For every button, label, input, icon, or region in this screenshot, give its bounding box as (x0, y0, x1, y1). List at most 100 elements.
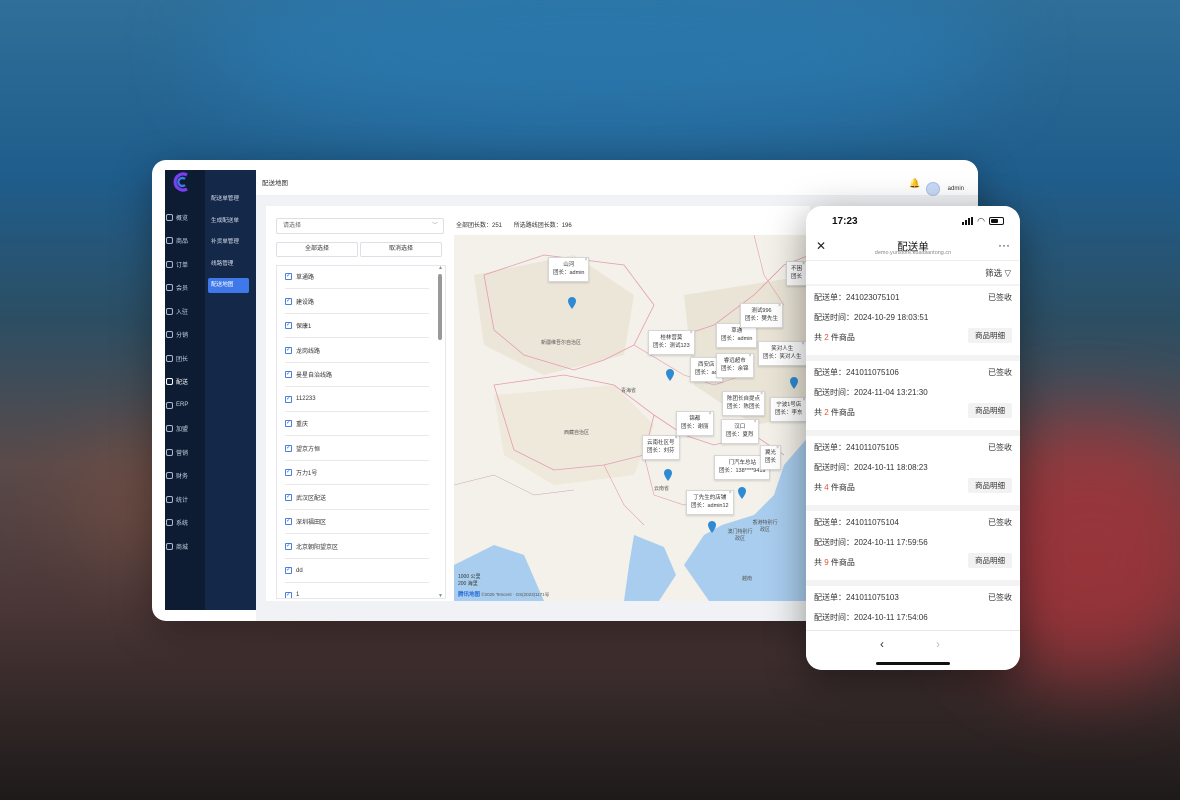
sidebar-item[interactable]: 订单 (165, 255, 205, 273)
checkbox[interactable]: ✓ (285, 273, 292, 280)
route-item[interactable]: ✓ 重庆 (285, 412, 429, 436)
submenu-item[interactable]: 生成配送单 (208, 214, 249, 229)
close-icon[interactable]: × (760, 391, 763, 399)
close-icon[interactable]: × (675, 435, 678, 443)
leader-popup[interactable]: × 丁先生的店铺 团长：admin12 (686, 490, 734, 515)
checkbox[interactable]: ✓ (285, 444, 292, 452)
close-icon[interactable]: × (778, 303, 781, 311)
checkbox[interactable]: ✓ (285, 469, 292, 476)
route-item[interactable]: ✓ dd (285, 559, 429, 583)
sidebar-item[interactable]: 团长 (165, 349, 205, 367)
scroll-down-icon[interactable]: ▼ (438, 593, 443, 598)
leader-popup[interactable]: × 陈团长自提点 团长：陈团长 (722, 391, 766, 416)
sidebar-item[interactable]: 商城 (165, 537, 205, 555)
sidebar-item[interactable]: 会员 (165, 279, 205, 297)
forward-icon[interactable]: › (936, 637, 940, 651)
route-item[interactable]: ✓ 龙岗线路 (285, 339, 429, 363)
sidebar-item[interactable]: 加盟 (165, 420, 205, 438)
checkbox[interactable]: ✓ (285, 542, 292, 550)
sidebar-item[interactable]: 概览 (165, 208, 205, 226)
close-icon[interactable]: × (729, 490, 732, 498)
order-card[interactable]: 配送单：241011075106 已签收 配送时间：2024-11-04 13:21… (806, 361, 1020, 430)
checkbox[interactable]: ✓ (285, 371, 292, 378)
item-detail-button[interactable]: 商品明细 (968, 478, 1012, 493)
map-pin-icon[interactable] (708, 521, 716, 533)
order-card[interactable]: 配送单：241011075104 已签收 配送时间：2024-10-11 17:59… (806, 511, 1020, 580)
leader-popup[interactable]: × 笑对人生 团长：笑对人生 (758, 341, 807, 366)
sidebar-item[interactable]: 财务 (165, 467, 205, 485)
leader-popup[interactable]: × 云南社区号 团长：刘芬 (642, 435, 680, 460)
route-item[interactable]: ✓ 万力1号 (285, 461, 429, 485)
sidebar-item[interactable]: 分销 (165, 326, 205, 344)
back-icon[interactable]: ‹ (880, 637, 884, 651)
close-icon[interactable]: × (802, 341, 805, 349)
leader-popup[interactable]: × 测试996 团长：樊先生 (740, 303, 784, 328)
leader-popup[interactable]: × 不困 团长 (786, 261, 808, 286)
sidebar-item[interactable]: 系统 (165, 514, 205, 532)
route-item[interactable]: ✓ 112233 (285, 388, 429, 412)
checkbox[interactable]: ✓ (285, 591, 292, 598)
scrollbar[interactable] (438, 274, 442, 340)
route-item[interactable]: ✓ 曼星自治线路 (285, 363, 429, 387)
leader-popup[interactable]: × 宁波1号店 团长：李东 (770, 397, 808, 422)
map-pin-icon[interactable] (568, 297, 576, 309)
submenu-item[interactable]: 配送地图 (208, 278, 249, 293)
map[interactable]: 新疆维吾尔自治区 西藏自治区 青海省 云南省 澳门特别行政区 香港特别行政区 越… (454, 235, 810, 601)
checkbox[interactable]: ✓ (285, 322, 292, 329)
close-icon[interactable]: × (749, 353, 752, 361)
checkbox[interactable]: ✓ (285, 518, 292, 525)
leader-popup[interactable]: × 山河 团长：admin (548, 257, 590, 282)
username[interactable]: admin (948, 186, 964, 192)
item-detail-button[interactable]: 商品明细 (968, 403, 1012, 418)
checkbox[interactable]: ✓ (285, 493, 292, 501)
item-detail-button[interactable]: 商品明细 (968, 328, 1012, 343)
map-pin-icon[interactable] (790, 377, 798, 389)
sidebar-item[interactable]: ERP (165, 396, 205, 414)
route-item[interactable]: ✓ 草通路 (285, 266, 429, 289)
route-item[interactable]: ✓ 武汉区配送 (285, 486, 429, 510)
route-item[interactable]: ✓ 保康1 (285, 314, 429, 338)
map-pin-icon[interactable] (664, 469, 672, 481)
checkbox[interactable]: ✓ (285, 346, 292, 354)
map-pin-icon[interactable] (666, 369, 674, 381)
order-card[interactable]: 配送单：241023075101 已签收 配送时间：2024-10-29 18:03… (806, 286, 1020, 355)
leader-popup[interactable]: × 翼光 团长 (760, 445, 782, 470)
sidebar-item[interactable]: 营销 (165, 443, 205, 461)
route-select[interactable]: 请选择 ﹀ (276, 218, 444, 234)
select-all-button[interactable]: 全部选择 (276, 242, 358, 257)
item-detail-button[interactable]: 商品明细 (968, 553, 1012, 568)
bell-icon[interactable]: 🔔 (909, 178, 920, 188)
filter-button[interactable]: 筛选 ▽ (985, 267, 1011, 279)
route-item[interactable]: ✓ 建设路 (285, 290, 429, 314)
avatar[interactable] (926, 182, 940, 196)
checkbox[interactable]: ✓ (285, 567, 292, 574)
close-icon[interactable]: × (690, 330, 693, 338)
route-item[interactable]: ✓ 望京方恒 (285, 437, 429, 461)
leader-popup[interactable]: × 睿远超市 团长：余锦 (716, 353, 754, 378)
sidebar-item[interactable]: 统计 (165, 490, 205, 508)
close-icon[interactable]: × (802, 261, 805, 269)
map-pin-icon[interactable] (738, 487, 746, 499)
leader-popup[interactable]: × 汉口 团长：夏烈 (721, 419, 759, 444)
route-item[interactable]: ✓ 北京朝阳望京区 (285, 535, 429, 559)
route-item[interactable]: ✓ 1 (285, 584, 429, 598)
checkbox[interactable]: ✓ (285, 420, 292, 427)
submenu-item[interactable]: 补货单管理 (208, 235, 249, 250)
sidebar-item[interactable]: 配送 (165, 373, 205, 391)
submenu-item[interactable]: 线路管理 (208, 257, 249, 272)
close-icon[interactable]: × (754, 419, 757, 427)
sidebar-item[interactable]: 入驻 (165, 302, 205, 320)
sidebar-item[interactable]: 商品 (165, 232, 205, 250)
leader-popup[interactable]: × 桂林营莫 团长：测试123 (648, 330, 695, 355)
close-icon[interactable]: × (585, 257, 588, 265)
checkbox[interactable]: ✓ (285, 395, 292, 403)
submenu-item[interactable]: 配送单管理 (208, 192, 249, 207)
cancel-select-button[interactable]: 取消选择 (360, 242, 442, 257)
more-icon[interactable]: ··· (998, 238, 1010, 252)
order-card[interactable]: 配送单：241011075105 已签收 配送时间：2024-10-11 18:08… (806, 436, 1020, 505)
close-icon[interactable]: × (709, 411, 712, 419)
scroll-up-icon[interactable]: ▲ (438, 266, 443, 271)
route-item[interactable]: ✓ 深圳福田区 (285, 510, 429, 534)
leader-popup[interactable]: × 锦都 团长：谢丽 (676, 411, 714, 436)
close-icon[interactable]: × (776, 445, 779, 453)
